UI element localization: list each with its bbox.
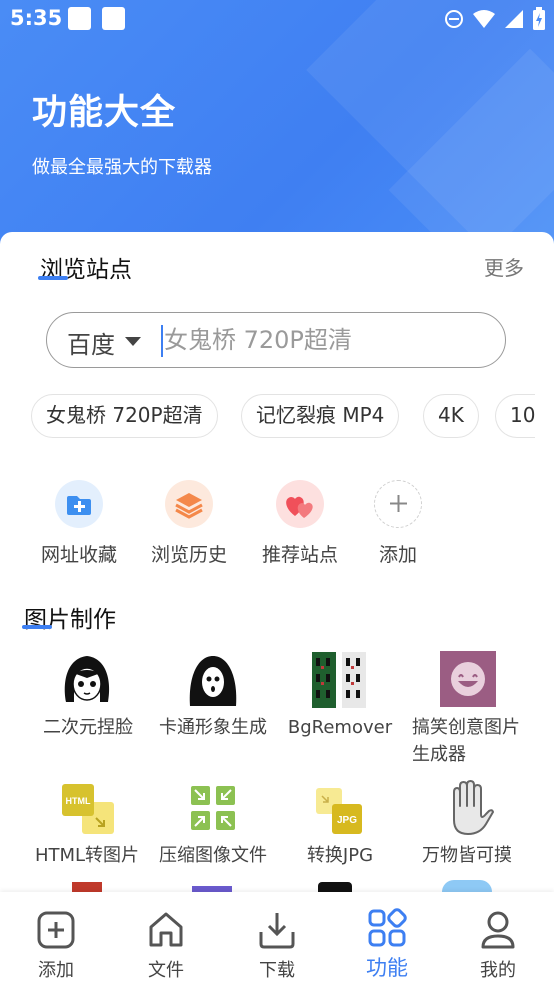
tool-label: 二次元捏脸 xyxy=(43,717,133,738)
tool-label: HTML转图片 xyxy=(34,845,140,866)
partial-tool-icon xyxy=(72,882,102,892)
download-tray-icon xyxy=(259,913,295,949)
quick-link-history[interactable]: 浏览历史 xyxy=(139,480,239,567)
tool-compress-image[interactable]: 压缩图像文件 xyxy=(152,780,274,870)
tab-label: 功能 xyxy=(366,956,408,980)
convert-jpg-icon: JPG xyxy=(316,788,362,834)
battery-icon xyxy=(533,7,545,30)
quick-link-bookmarks[interactable]: 网址收藏 xyxy=(29,480,129,567)
status-bar: 5:35 xyxy=(0,0,554,38)
wifi-icon xyxy=(473,10,495,28)
cartoon-ghost-icon xyxy=(189,656,237,706)
signal-icon xyxy=(505,10,523,28)
tab-downloads[interactable]: 下载 xyxy=(237,892,317,985)
chevron-down-icon[interactable] xyxy=(125,337,141,346)
history-layers-icon xyxy=(165,480,213,528)
tool-label: 压缩图像文件 xyxy=(159,845,267,866)
partial-tool-icon xyxy=(442,880,492,892)
section-underline xyxy=(38,276,68,280)
quick-link-label: 浏览历史 xyxy=(150,544,227,566)
tab-add[interactable]: 添加 xyxy=(16,892,96,985)
tool-touch-anything[interactable]: 万物皆可摸 xyxy=(406,780,528,870)
more-link[interactable]: 更多 xyxy=(484,252,524,281)
content-sheet: 浏览站点 更多 百度 女鬼桥 720P超清 记忆裂痕 MP4 4K 1080P … xyxy=(0,232,554,892)
tab-label: 添加 xyxy=(38,960,74,981)
status-time: 5:35 xyxy=(10,6,63,30)
search-bar[interactable]: 百度 xyxy=(46,312,506,368)
bookmark-add-icon xyxy=(55,480,103,528)
search-suggestion-chip[interactable]: 4K xyxy=(423,394,479,438)
home-folder-icon xyxy=(149,912,183,947)
tool-html-to-image[interactable]: HTML HTML转图片 xyxy=(28,780,146,870)
tool-label: 搞笑创意图片生成器 xyxy=(412,717,520,765)
page-title: 功能大全 xyxy=(32,93,177,133)
compress-image-icon xyxy=(191,786,235,830)
quick-link-label: 推荐站点 xyxy=(261,544,338,566)
tool-convert-jpg[interactable]: JPG 转换JPG xyxy=(280,780,400,870)
hearts-icon xyxy=(276,480,324,528)
notification-icon xyxy=(102,7,125,30)
tab-features[interactable]: 功能 xyxy=(347,892,427,985)
tool-label: 转换JPG xyxy=(306,845,374,866)
quick-link-label: 添加 xyxy=(378,544,417,566)
search-suggestion-chip[interactable]: 记忆裂痕 MP4 xyxy=(241,394,400,438)
add-square-icon xyxy=(37,911,75,949)
hand-icon xyxy=(453,780,494,835)
quick-link-add[interactable]: 添加 xyxy=(348,480,448,567)
tab-profile[interactable]: 我的 xyxy=(458,892,538,985)
bg-remover-icon xyxy=(312,652,366,708)
profile-icon xyxy=(481,911,515,949)
text-cursor xyxy=(161,325,163,357)
tab-label: 下载 xyxy=(259,960,295,981)
bottom-tab-bar: 添加 文件 下载 功能 我的 xyxy=(0,892,554,985)
tool-bg-remover[interactable]: BgRemover xyxy=(280,648,400,758)
search-suggestion-chip[interactable]: 女鬼桥 720P超清 xyxy=(31,394,218,438)
dnd-icon xyxy=(445,10,463,28)
search-engine-select[interactable]: 百度 xyxy=(67,325,115,360)
tool-label: BgRemover xyxy=(287,717,393,738)
tool-cartoon-avatar[interactable]: 卡通形象生成 xyxy=(150,648,276,758)
svg-text:HTML: HTML xyxy=(66,796,91,806)
tab-files[interactable]: 文件 xyxy=(126,892,206,985)
page-subtitle: 做最全最强大的下载器 xyxy=(32,157,212,178)
header-banner: 5:35 功能大全 做最全最强大的下载器 xyxy=(0,0,554,245)
search-input[interactable] xyxy=(164,321,484,359)
plus-icon xyxy=(374,480,422,528)
html-to-image-icon: HTML xyxy=(62,784,114,834)
smile-emoji-icon xyxy=(440,651,496,707)
section-underline xyxy=(22,625,52,629)
svg-text:JPG: JPG xyxy=(337,815,357,826)
quick-link-recommended[interactable]: 推荐站点 xyxy=(250,480,350,567)
grid-features-icon xyxy=(368,908,407,947)
tab-label: 我的 xyxy=(480,960,516,981)
anime-face-icon xyxy=(64,656,110,702)
tool-label: 卡通形象生成 xyxy=(159,717,267,738)
tool-funny-image-generator[interactable]: 搞笑创意图片生成器 xyxy=(404,648,530,788)
tool-anime-face[interactable]: 二次元捏脸 xyxy=(28,648,148,758)
tab-label: 文件 xyxy=(148,960,184,981)
partial-tool-icon xyxy=(318,882,352,892)
search-suggestion-chip[interactable]: 1080P xyxy=(495,394,535,438)
notification-icon xyxy=(68,7,91,30)
quick-link-label: 网址收藏 xyxy=(40,544,117,566)
tool-label: 万物皆可摸 xyxy=(422,845,512,866)
